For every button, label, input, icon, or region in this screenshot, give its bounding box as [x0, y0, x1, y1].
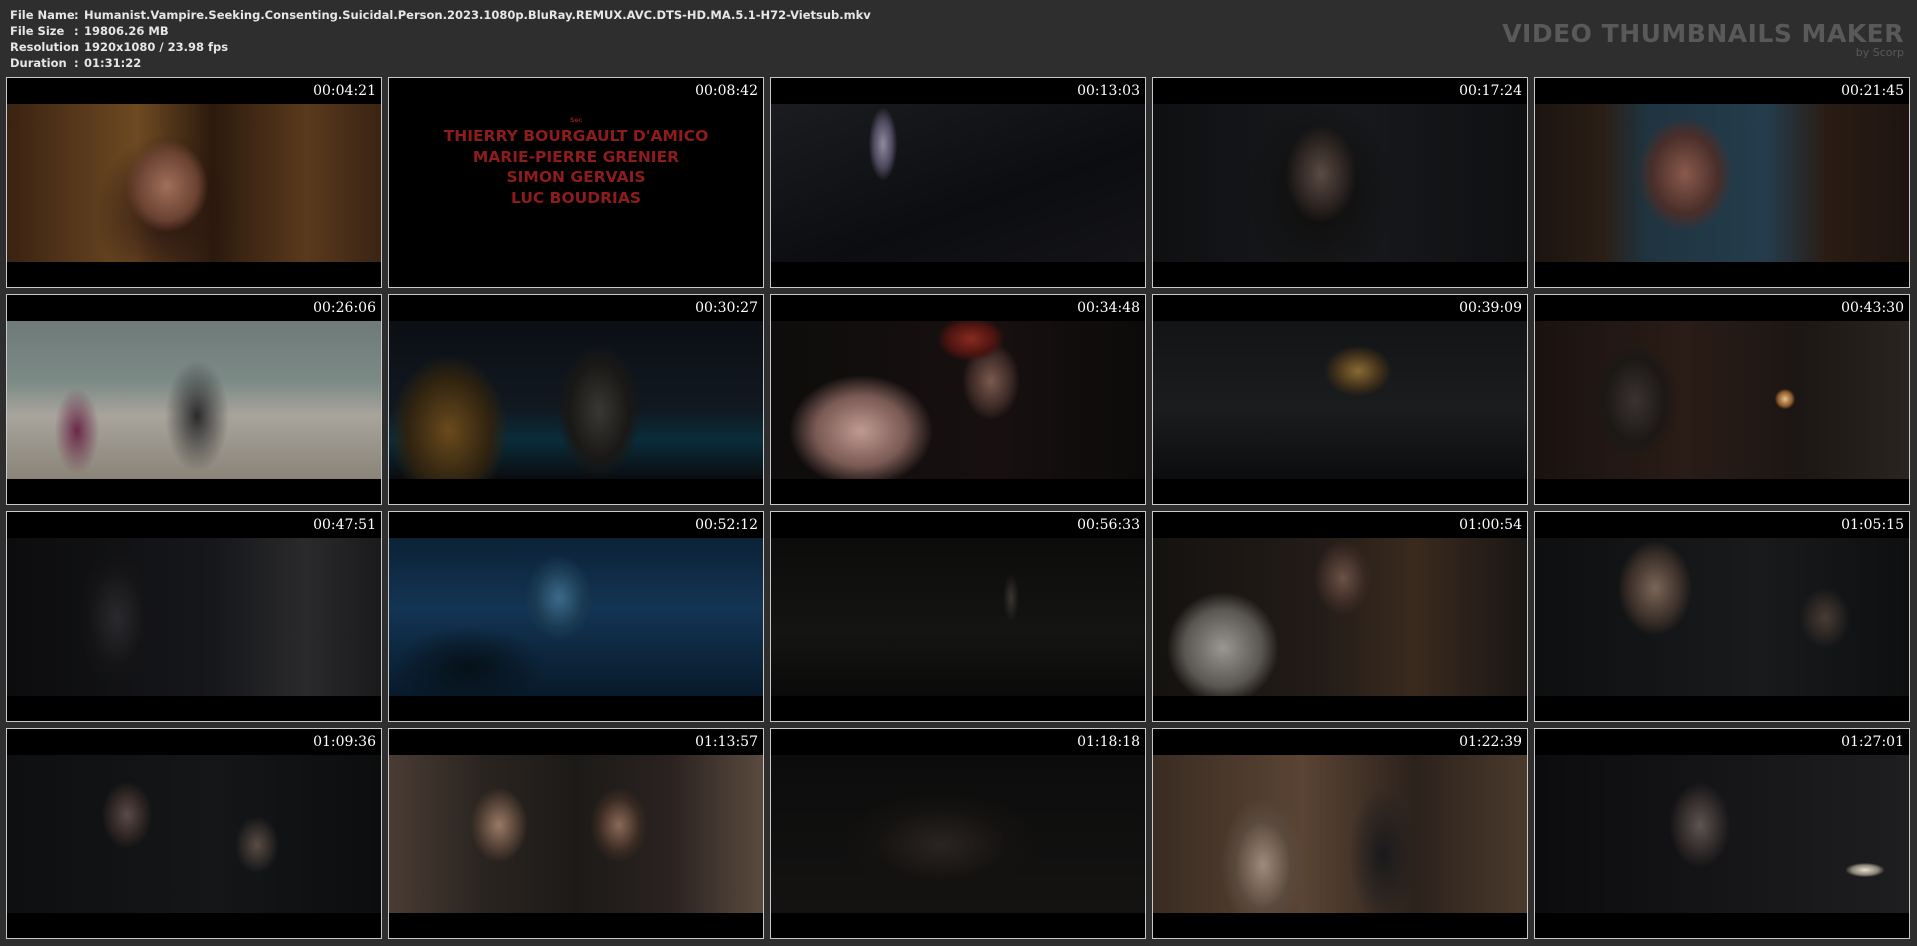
video-frame: [771, 538, 1145, 696]
timestamp: 01:18:18: [1077, 734, 1140, 750]
thumbnail-grid: 00:04:21 Sec THIERRY BOURGAULT D'AMICO MARI…: [6, 77, 1912, 939]
duration-row: Duration : 01:31:22: [10, 55, 871, 71]
thumbnail[interactable]: 00:34:48: [770, 294, 1146, 505]
resolution-label: Resolution: [10, 40, 80, 54]
video-frame: [7, 104, 381, 262]
video-frame: [1153, 755, 1527, 913]
video-frame: [1153, 321, 1527, 479]
separator: :: [74, 8, 79, 22]
timestamp: 00:04:21: [313, 83, 376, 99]
thumbnail[interactable]: 00:04:21: [6, 77, 382, 288]
video-frame: [771, 104, 1145, 262]
timestamp: 00:34:48: [1077, 300, 1140, 316]
thumbnail[interactable]: 01:13:57: [388, 728, 764, 939]
video-frame: [7, 755, 381, 913]
video-frame: [389, 538, 763, 696]
video-frame: [7, 321, 381, 479]
thumbnail[interactable]: 00:52:12: [388, 511, 764, 722]
thumbnail[interactable]: 00:17:24: [1152, 77, 1528, 288]
video-frame: [1535, 755, 1909, 913]
file-size-label: File Size: [10, 24, 65, 38]
brand-title: VIDEO THUMBNAILS MAKER: [1502, 19, 1904, 48]
timestamp: 00:52:12: [695, 517, 758, 533]
credits-name: THIERRY BOURGAULT D'AMICO: [443, 127, 709, 145]
timestamp: 01:22:39: [1459, 734, 1522, 750]
video-frame: [771, 755, 1145, 913]
thumbnail[interactable]: 01:22:39: [1152, 728, 1528, 939]
timestamp: 00:08:42: [695, 83, 758, 99]
timestamp: 01:00:54: [1459, 517, 1522, 533]
separator: :: [74, 40, 79, 54]
thumbnail[interactable]: 00:30:27: [388, 294, 764, 505]
timestamp: 00:26:06: [313, 300, 376, 316]
thumbnail[interactable]: 01:18:18: [770, 728, 1146, 939]
duration-label: Duration: [10, 56, 67, 70]
video-frame: [771, 321, 1145, 479]
brand-subtitle: by Scorp: [1855, 46, 1904, 59]
resolution-row: Resolution : 1920x1080 / 23.98 fps: [10, 39, 871, 55]
timestamp: 01:13:57: [695, 734, 758, 750]
timestamp: 00:43:30: [1841, 300, 1904, 316]
file-size-value: 19806.26 MB: [84, 24, 169, 38]
credits-with-label: Sec: [570, 117, 582, 124]
video-frame: [389, 755, 763, 913]
video-frame: [1153, 104, 1527, 262]
thumbnail[interactable]: 00:39:09: [1152, 294, 1528, 505]
thumbnail[interactable]: 01:05:15: [1534, 511, 1910, 722]
thumbnail[interactable]: 00:43:30: [1534, 294, 1910, 505]
thumbnail[interactable]: 00:13:03: [770, 77, 1146, 288]
timestamp: 01:09:36: [313, 734, 376, 750]
thumbnail[interactable]: Sec THIERRY BOURGAULT D'AMICO MARIE-PIERRE…: [388, 77, 764, 288]
separator: :: [74, 24, 79, 38]
file-name-value: Humanist.Vampire.Seeking.Consenting.Suic…: [84, 8, 871, 22]
thumbnail[interactable]: 01:27:01: [1534, 728, 1910, 939]
timestamp: 00:56:33: [1077, 517, 1140, 533]
timestamp: 01:05:15: [1841, 517, 1904, 533]
file-name-label: File Name: [10, 8, 75, 22]
brand-watermark: VIDEO THUMBNAILS MAKER by Scorp: [1502, 21, 1904, 59]
credits-name: SIMON GERVAIS: [506, 168, 646, 186]
resolution-value: 1920x1080 / 23.98 fps: [84, 40, 229, 54]
file-name-row: File Name : Humanist.Vampire.Seeking.Con…: [10, 7, 871, 23]
timestamp: 00:30:27: [695, 300, 758, 316]
file-size-row: File Size : 19806.26 MB: [10, 23, 871, 39]
timestamp: 01:27:01: [1841, 734, 1904, 750]
file-info-block: File Name : Humanist.Vampire.Seeking.Con…: [10, 7, 871, 71]
video-frame: [1535, 104, 1909, 262]
thumbnail[interactable]: 00:56:33: [770, 511, 1146, 722]
timestamp: 00:39:09: [1459, 300, 1522, 316]
timestamp: 00:13:03: [1077, 83, 1140, 99]
video-frame: [1153, 538, 1527, 696]
separator: :: [74, 56, 79, 70]
duration-value: 01:31:22: [84, 56, 142, 70]
thumbnail[interactable]: 01:09:36: [6, 728, 382, 939]
thumbnail[interactable]: 00:26:06: [6, 294, 382, 505]
timestamp: 00:47:51: [313, 517, 376, 533]
timestamp: 00:21:45: [1841, 83, 1904, 99]
thumbnail[interactable]: 01:00:54: [1152, 511, 1528, 722]
info-header: File Name : Humanist.Vampire.Seeking.Con…: [0, 0, 1917, 72]
credits-name: MARIE-PIERRE GRENIER: [472, 147, 680, 166]
video-frame: [389, 321, 763, 479]
video-frame: [1535, 538, 1909, 696]
credits-name: LUC BOUDRIAS: [511, 188, 641, 207]
thumbnail[interactable]: 00:21:45: [1534, 77, 1910, 288]
timestamp: 00:17:24: [1459, 83, 1522, 99]
video-frame: [1535, 321, 1909, 479]
credits-text: Sec THIERRY BOURGAULT D'AMICO MARIE-PIERRE…: [389, 104, 763, 262]
video-frame: [7, 538, 381, 696]
thumbnail[interactable]: 00:47:51: [6, 511, 382, 722]
